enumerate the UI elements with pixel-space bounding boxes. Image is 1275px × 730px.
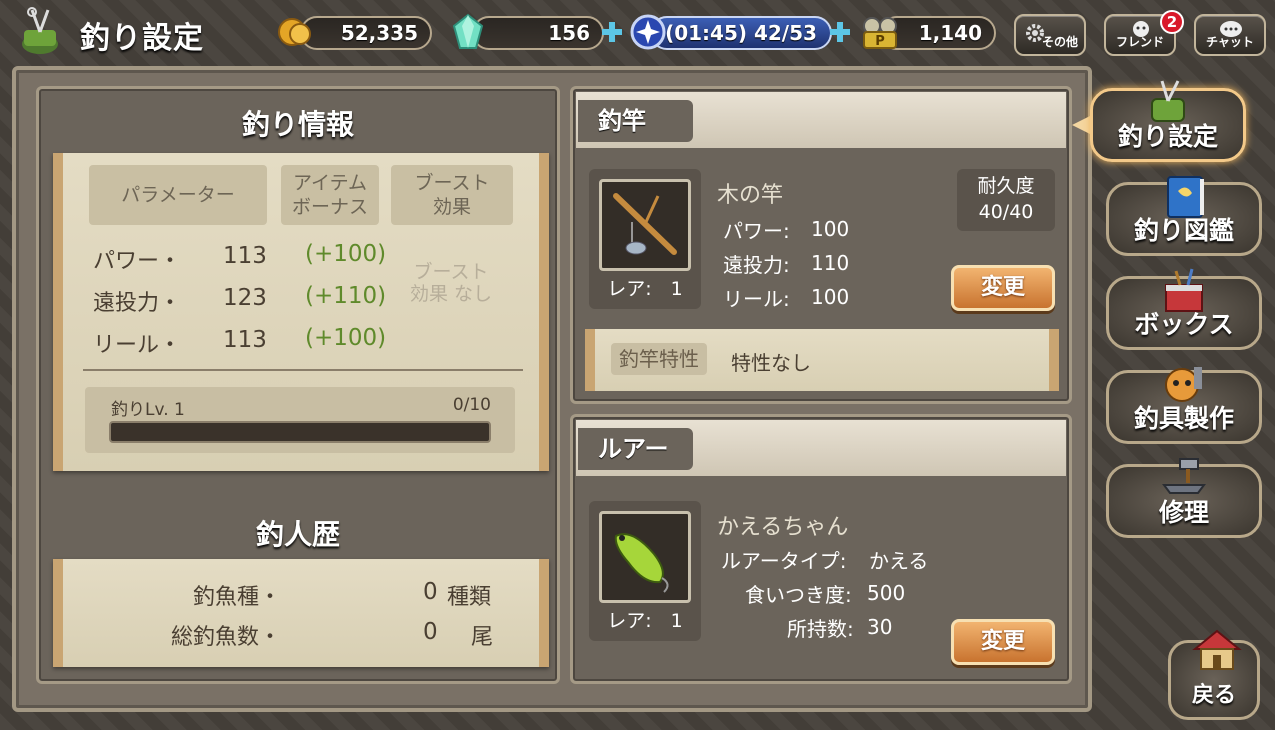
side-box-button[interactable]: ボックス — [1106, 268, 1262, 350]
rod-cast-value: 110 — [811, 251, 850, 275]
level-label: 釣りLv. 1 — [111, 400, 185, 420]
back-button[interactable]: 戻る — [1168, 629, 1260, 720]
top-bar: 釣り設定 52,335 156 (01:45) 42/53 1,140 P その… — [0, 0, 1275, 64]
lure-rarity: レア: 1 — [607, 610, 683, 632]
rod-power-value: 100 — [811, 217, 850, 241]
side-fishing-settings-label: 釣り設定 — [1117, 122, 1218, 151]
species-value: 0 — [423, 579, 438, 605]
fishing-info-panel: 釣り情報 パラメーター アイテム ボーナス ブースト 効果 パワー・ 113 (… — [36, 86, 560, 684]
points-letter: P — [875, 34, 885, 49]
lure-type-value: かえる — [869, 549, 929, 573]
lure-tab-strip: ルアー — [576, 420, 1066, 476]
lure-bite-value: 500 — [867, 581, 906, 605]
friend-label: フレンド — [1115, 35, 1164, 49]
gold-coin-icon — [278, 18, 311, 46]
cast-label: 遠投力・ — [93, 291, 182, 316]
fishing-basket-icon — [22, 7, 58, 54]
lure-thumbnail[interactable]: レア: 1 — [589, 501, 701, 641]
chat-label: チャット — [1206, 35, 1254, 49]
boost-header: ブースト 効果 — [391, 165, 513, 225]
side-crafting-label: 釣具製作 — [1133, 404, 1234, 433]
power-label: パワー・ — [93, 249, 182, 274]
active-pointer-icon — [1072, 116, 1090, 134]
rod-cast-label: 遠投力: — [723, 253, 790, 277]
rod-panel: 釣竿 レア: 1 木の竿 パワー: 100 遠投力: 110 リール: 100 … — [570, 86, 1072, 404]
house-icon — [1192, 629, 1242, 670]
lure-change-button[interactable]: 変更 — [951, 619, 1055, 665]
side-encyclopedia-label: 釣り図鑑 — [1133, 216, 1234, 245]
rod-trait-strip: 釣竿特性 特性なし — [585, 329, 1059, 391]
side-repair-label: 修理 — [1158, 498, 1209, 527]
friend-button[interactable]: フレンド 2 — [1104, 10, 1184, 56]
side-repair-button[interactable]: 修理 — [1106, 458, 1262, 538]
add-gems-icon[interactable] — [600, 20, 624, 44]
species-unit: 種類 — [447, 585, 492, 610]
stamina-orb-icon — [630, 14, 666, 50]
reel-bonus: (+100) — [305, 325, 387, 351]
lure-image — [599, 511, 691, 603]
lure-count-label: 所持数: — [787, 617, 854, 641]
total-label: 総釣魚数・ — [171, 625, 282, 650]
level-progress: 0/10 — [452, 395, 491, 415]
friend-notification-badge: 2 — [1160, 10, 1184, 34]
cast-value: 123 — [223, 285, 267, 311]
boost-none-text: ブースト 効果 なし — [409, 261, 493, 305]
crystal-icon — [452, 13, 484, 49]
rod-reel-label: リール: — [723, 287, 790, 311]
stamina-counter: (01:45) 42/53 — [650, 16, 832, 50]
history-title: 釣人歴 — [255, 518, 340, 551]
lure-count-value: 30 — [867, 615, 893, 639]
gold-counter: 52,335 — [300, 16, 432, 50]
rod-reel-value: 100 — [811, 285, 850, 309]
reel-label: リール・ — [93, 333, 182, 358]
durability-label: 耐久度 — [977, 175, 1035, 197]
gem-counter: 156 — [472, 16, 604, 50]
power-value: 113 — [223, 243, 267, 269]
rod-thumbnail[interactable]: レア: 1 — [589, 169, 701, 309]
level-box: 釣りLv. 1 0/10 — [85, 387, 515, 453]
side-fishing-settings-button[interactable]: 釣り設定 — [1090, 80, 1246, 162]
chat-button[interactable]: チャット — [1194, 14, 1266, 56]
side-box-label: ボックス — [1134, 310, 1234, 339]
settings-label: その他 — [1041, 35, 1078, 49]
rod-tab: 釣竿 — [578, 100, 693, 142]
total-unit: 尾 — [471, 625, 494, 650]
settings-button[interactable]: その他 — [1014, 14, 1086, 56]
lure-name: かえるちゃん — [717, 515, 849, 540]
rod-change-button[interactable]: 変更 — [951, 265, 1055, 311]
total-value: 0 — [423, 619, 438, 645]
rod-trait-tag: 釣竿特性 — [611, 343, 707, 375]
durability-box: 耐久度 40/40 — [957, 169, 1055, 231]
fishing-info-title: 釣り情報 — [241, 108, 354, 141]
rod-power-label: パワー: — [723, 219, 790, 243]
reel-value: 113 — [223, 327, 267, 353]
side-encyclopedia-button[interactable]: 釣り図鑑 — [1106, 176, 1262, 256]
lure-bite-label: 食いつき度: — [745, 583, 852, 607]
rod-tab-strip: 釣竿 — [576, 92, 1066, 148]
add-stamina-icon[interactable] — [828, 20, 852, 44]
points-film-icon: P — [863, 17, 897, 49]
rod-name: 木の竿 — [717, 183, 784, 208]
wooden-rod-icon — [613, 193, 677, 255]
back-label: 戻る — [1191, 683, 1236, 708]
divider — [83, 369, 523, 371]
history-parchment: 釣魚種・ 0 種類 総釣魚数・ 0 尾 — [53, 559, 549, 667]
stats-parchment: パラメーター アイテム ボーナス ブースト 効果 パワー・ 113 (+100)… — [53, 153, 549, 471]
item-bonus-header: アイテム ボーナス — [281, 165, 379, 225]
level-progress-bar — [109, 421, 491, 443]
frog-lure-icon — [614, 533, 669, 593]
param-header: パラメーター — [89, 165, 267, 225]
lure-tab: ルアー — [578, 428, 693, 470]
power-bonus: (+100) — [305, 241, 387, 267]
lure-type-label: ルアータイプ: — [721, 549, 847, 573]
species-label: 釣魚種・ — [193, 585, 282, 610]
rod-rarity: レア: 1 — [607, 278, 683, 300]
page-title: 釣り設定 — [80, 21, 204, 56]
side-crafting-button[interactable]: 釣具製作 — [1106, 367, 1262, 444]
durability-value: 40/40 — [978, 201, 1034, 223]
cast-bonus: (+110) — [305, 283, 387, 309]
rod-image — [599, 179, 691, 271]
rod-trait-text: 特性なし — [731, 351, 811, 375]
lure-panel: ルアー レア: 1 かえるちゃん ルアータイプ: かえる 食いつき度: 500 … — [570, 414, 1072, 684]
